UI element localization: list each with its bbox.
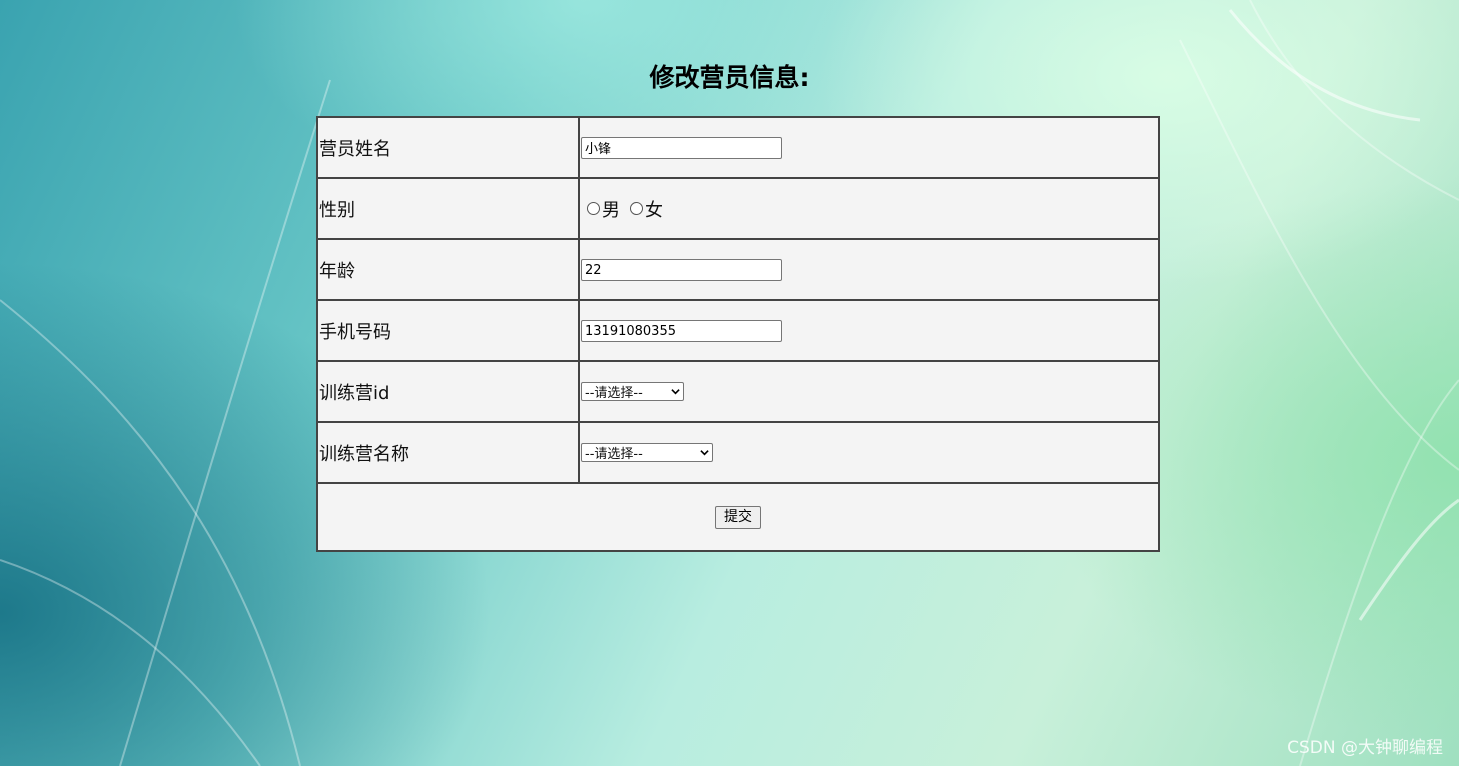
age-field-cell	[578, 238, 1160, 301]
age-label: 年龄	[316, 238, 580, 301]
gender-male-radio[interactable]	[587, 202, 600, 215]
camp-id-field-cell: --请选择--	[578, 360, 1160, 423]
gender-female-label[interactable]: 女	[645, 196, 663, 222]
gender-field-cell: 男 女	[578, 177, 1160, 240]
submit-button[interactable]: 提交	[715, 506, 761, 529]
gender-male-label[interactable]: 男	[602, 196, 620, 222]
camp-name-select[interactable]: --请选择--	[581, 443, 713, 462]
name-field-cell	[578, 116, 1160, 179]
form-row-age: 年龄	[316, 238, 1160, 301]
watermark: CSDN @大钟聊编程	[1287, 738, 1443, 758]
chevron-down-icon	[671, 389, 680, 395]
gender-female-radio[interactable]	[630, 202, 643, 215]
camp-id-selected-value: --请选择--	[585, 386, 643, 401]
phone-input[interactable]	[581, 320, 782, 343]
form-row-gender: 性别 男 女	[316, 177, 1160, 240]
camp-name-selected-value: --请选择--	[585, 447, 643, 462]
name-label: 营员姓名	[316, 116, 580, 179]
camp-name-label: 训练营名称	[316, 421, 580, 484]
form-row-camp-id: 训练营id --请选择--	[316, 360, 1160, 423]
camp-id-label: 训练营id	[316, 360, 580, 423]
form-row-phone: 手机号码	[316, 299, 1160, 362]
chevron-down-icon	[700, 450, 709, 456]
form-row-submit: 提交	[316, 482, 1160, 552]
submit-cell: 提交	[316, 482, 1160, 552]
phone-field-cell	[578, 299, 1160, 362]
age-input[interactable]	[581, 259, 782, 282]
phone-label: 手机号码	[316, 299, 580, 362]
form-row-camp-name: 训练营名称 --请选择--	[316, 421, 1160, 484]
camp-name-field-cell: --请选择--	[578, 421, 1160, 484]
edit-camper-form: 营员姓名 性别 男 女 年龄 手机号码 训练营id --请选择	[316, 116, 1160, 552]
camp-id-select[interactable]: --请选择--	[581, 382, 684, 401]
gender-label: 性别	[316, 177, 580, 240]
name-input[interactable]	[581, 136, 782, 159]
gender-radio-group: 男 女	[581, 196, 1158, 222]
page-title: 修改营员信息:	[649, 63, 810, 92]
form-row-name: 营员姓名	[316, 116, 1160, 179]
